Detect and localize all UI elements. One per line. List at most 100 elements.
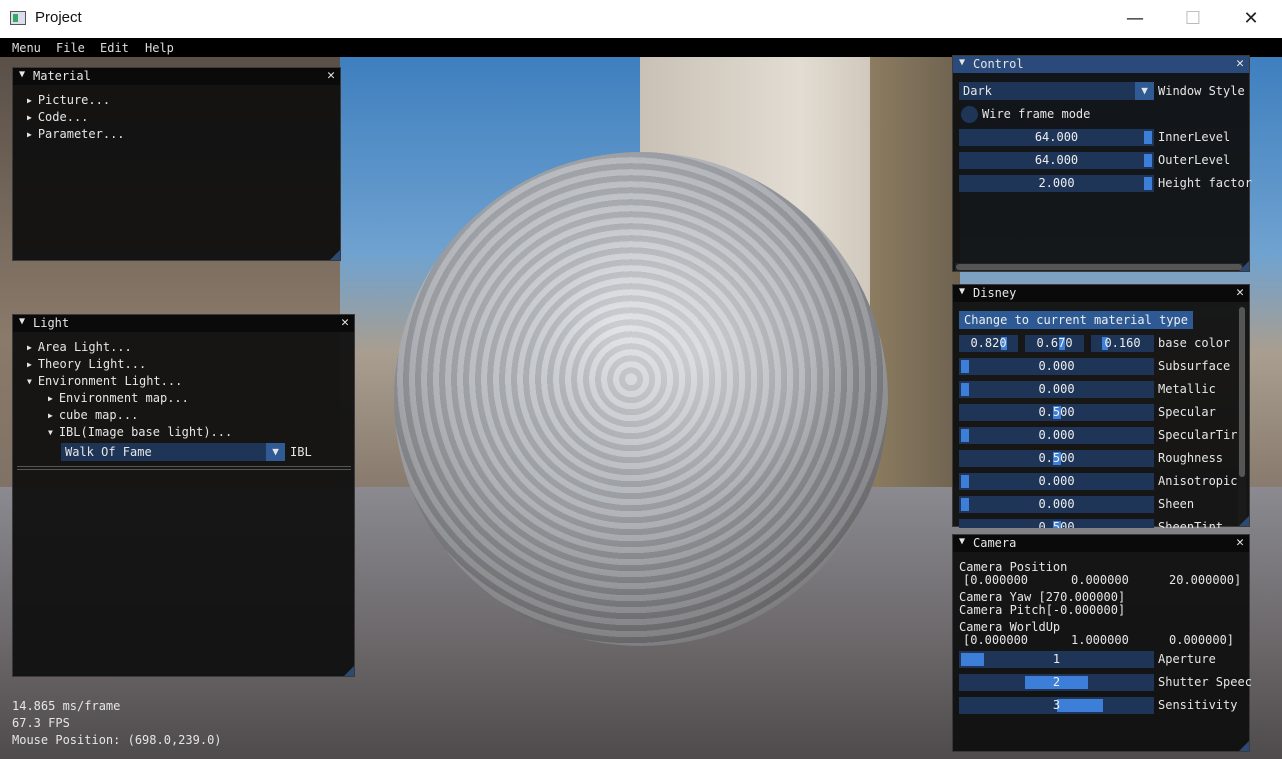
expand-arrow-icon: ▶ <box>48 394 53 403</box>
maximize-button[interactable]: ☐ <box>1164 0 1222 38</box>
base-color-r-slider[interactable]: 0.820 <box>959 335 1018 352</box>
slider-label: Roughness <box>1158 451 1224 465</box>
resize-grip[interactable] <box>1239 516 1249 526</box>
slider-label: Subsurface <box>1158 359 1231 373</box>
close-window-button[interactable]: ✕ <box>1222 0 1280 38</box>
slider-label: SpecularTir <box>1158 428 1238 442</box>
slider-label: SheenTint <box>1158 520 1224 528</box>
window-style-label: Window Style <box>1158 84 1245 98</box>
disney-panel: ▼ Disney ✕ Change to current material ty… <box>952 284 1250 528</box>
slider-speculartir[interactable]: 0.000 <box>959 427 1154 444</box>
mouse-position-readout: Mouse Position: (698.0,239.0) <box>12 733 222 747</box>
resize-grip[interactable] <box>1239 261 1249 271</box>
camera-panel-header[interactable]: ▼ Camera ✕ <box>953 535 1249 552</box>
window-style-combo[interactable]: Dark ▼ <box>959 82 1154 100</box>
slider-roughness[interactable]: 0.500 <box>959 450 1154 467</box>
resize-grip[interactable] <box>330 250 340 260</box>
tree-item-code[interactable]: ▶ Code... <box>27 110 88 124</box>
control-panel-header[interactable]: ▼ Control ✕ <box>953 56 1249 73</box>
camera-panel-title: Camera <box>973 536 1017 550</box>
scrollbar-thumb[interactable] <box>956 264 1242 270</box>
rendered-sphere <box>394 152 888 646</box>
material-panel-header[interactable]: ▼ Material ✕ <box>13 68 340 85</box>
slider-outerlevel[interactable]: 64.000 <box>959 152 1154 169</box>
close-icon[interactable]: ✕ <box>327 68 335 83</box>
separator <box>17 466 351 467</box>
slider-subsurface[interactable]: 0.000 <box>959 358 1154 375</box>
tree-item-area-light[interactable]: ▶ Area Light... <box>27 340 132 354</box>
base-color-label: base color <box>1158 336 1231 350</box>
menu-item-file[interactable]: File <box>56 41 85 55</box>
collapse-icon[interactable]: ▼ <box>19 316 25 327</box>
slider-sheen[interactable]: 0.000 <box>959 496 1154 513</box>
tree-item-parameter[interactable]: ▶ Parameter... <box>27 127 125 141</box>
close-icon[interactable]: ✕ <box>1236 285 1244 300</box>
tree-item-ibl[interactable]: ▼ IBL(Image base light)... <box>48 425 232 439</box>
wireframe-checkbox[interactable] <box>961 106 978 123</box>
tree-item-picture[interactable]: ▶ Picture... <box>27 93 110 107</box>
vertical-scrollbar[interactable] <box>1238 305 1246 525</box>
collapse-icon[interactable]: ▼ <box>959 286 965 297</box>
expand-arrow-icon: ▶ <box>27 96 32 105</box>
minimize-button[interactable]: — <box>1106 0 1164 38</box>
slider-shutter-speec[interactable]: 2 <box>959 674 1154 691</box>
slider-sheentint[interactable]: 0.500 <box>959 519 1154 528</box>
window-title: Project <box>35 9 82 26</box>
slider-height-factor[interactable]: 2.000 <box>959 175 1154 192</box>
collapse-icon[interactable]: ▼ <box>959 57 965 68</box>
dropdown-arrow-icon[interactable]: ▼ <box>1135 82 1154 100</box>
disney-panel-header[interactable]: ▼ Disney ✕ <box>953 285 1249 302</box>
expand-arrow-icon: ▶ <box>27 360 32 369</box>
tree-item-environment-map[interactable]: ▶ Environment map... <box>48 391 189 405</box>
close-icon[interactable]: ✕ <box>1236 56 1244 71</box>
slider-anisotropic[interactable]: 0.000 <box>959 473 1154 490</box>
slider-innerlevel[interactable]: 64.000 <box>959 129 1154 146</box>
disney-panel-title: Disney <box>973 286 1017 300</box>
slider-metallic[interactable]: 0.000 <box>959 381 1154 398</box>
camera-worldup-x: [0.000000 <box>963 633 1029 647</box>
resize-grip[interactable] <box>344 666 354 676</box>
tree-item-environment-light[interactable]: ▼ Environment Light... <box>27 374 182 388</box>
menu-item-edit[interactable]: Edit <box>100 41 129 55</box>
ibl-combo[interactable]: Walk Of Fame ▼ <box>61 443 285 461</box>
base-color-b-slider[interactable]: 0.160 <box>1091 335 1154 352</box>
ibl-label: IBL <box>290 445 312 459</box>
menu-item-help[interactable]: Help <box>145 41 174 55</box>
scrollbar-thumb[interactable] <box>1239 307 1245 477</box>
close-icon[interactable]: ✕ <box>1236 535 1244 550</box>
tree-item-cube-map[interactable]: ▶ cube map... <box>48 408 138 422</box>
dropdown-arrow-icon[interactable]: ▼ <box>266 443 285 461</box>
control-panel-title: Control <box>973 57 1024 71</box>
camera-worldup-y: 1.000000 <box>1071 633 1129 647</box>
expand-arrow-icon: ▶ <box>48 411 53 420</box>
camera-yaw: Camera Yaw [270.000000] <box>959 590 1126 604</box>
separator <box>17 469 351 470</box>
slider-label: Aperture <box>1158 652 1216 666</box>
expand-arrow-icon: ▶ <box>27 113 32 122</box>
base-color-g-slider[interactable]: 0.670 <box>1025 335 1084 352</box>
slider-label: Metallic <box>1158 382 1216 396</box>
close-icon[interactable]: ✕ <box>341 315 349 330</box>
light-panel-header[interactable]: ▼ Light ✕ <box>13 315 354 332</box>
camera-worldup-label: Camera WorldUp <box>959 620 1061 634</box>
fps-readout: 67.3 FPS <box>12 716 70 730</box>
material-panel: ▼ Material ✕ ▶ Picture... ▶ Code... ▶ Param… <box>12 67 341 261</box>
resize-grip[interactable] <box>1239 741 1249 751</box>
collapse-arrow-icon: ▼ <box>48 428 53 437</box>
tree-item-theory-light[interactable]: ▶ Theory Light... <box>27 357 146 371</box>
expand-arrow-icon: ▶ <box>27 130 32 139</box>
menu-item-menu[interactable]: Menu <box>12 41 41 55</box>
slider-label: Anisotropic <box>1158 474 1238 488</box>
material-panel-title: Material <box>33 69 91 83</box>
slider-specular[interactable]: 0.500 <box>959 404 1154 421</box>
wireframe-label: Wire frame mode <box>982 107 1091 121</box>
collapse-icon[interactable]: ▼ <box>19 69 25 80</box>
app-icon <box>10 11 26 25</box>
control-panel: ▼ Control ✕ Dark ▼ Window Style Wire fra… <box>952 55 1252 272</box>
slider-sensitivity[interactable]: 3 <box>959 697 1154 714</box>
slider-aperture[interactable]: 1 <box>959 651 1154 668</box>
change-material-type-button[interactable]: Change to current material type <box>959 311 1193 329</box>
collapse-icon[interactable]: ▼ <box>959 536 965 547</box>
horizontal-scrollbar[interactable] <box>955 263 1243 271</box>
slider-label: OuterLevel <box>1158 153 1231 167</box>
